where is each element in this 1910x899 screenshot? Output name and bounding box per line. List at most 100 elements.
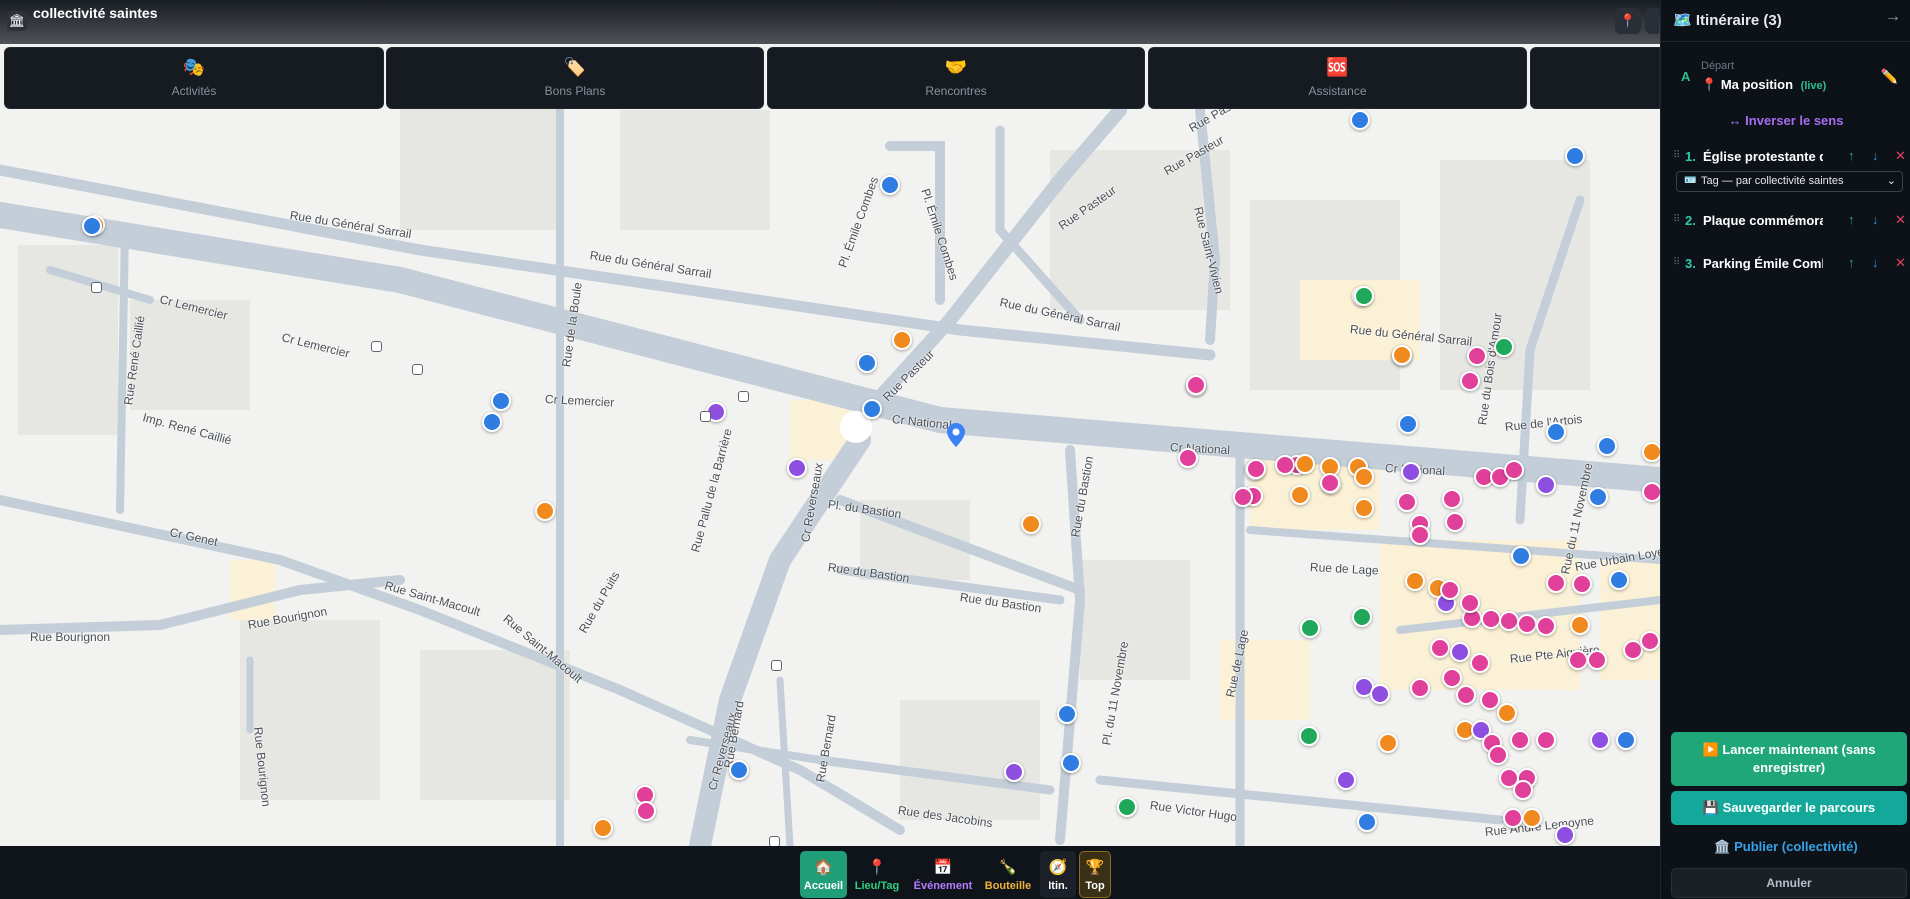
poi-marker[interactable] (1397, 492, 1417, 512)
poi-marker[interactable] (1445, 512, 1465, 532)
poi-marker[interactable] (1410, 525, 1430, 545)
poi-marker[interactable] (1398, 414, 1418, 434)
poi-marker[interactable] (1357, 812, 1377, 832)
building-columns-icon[interactable]: 🏛 (7, 11, 27, 31)
poi-marker[interactable] (1336, 770, 1356, 790)
move-up-icon[interactable]: ↑ (1848, 255, 1855, 270)
poi-marker[interactable] (787, 458, 807, 478)
poi-marker[interactable] (1440, 580, 1460, 600)
poi-marker[interactable] (1488, 745, 1508, 765)
poi-marker[interactable] (1378, 733, 1398, 753)
poi-marker[interactable] (1517, 614, 1537, 634)
poi-marker[interactable] (1499, 611, 1519, 631)
move-down-icon[interactable]: ↓ (1872, 212, 1879, 227)
poi-marker[interactable] (1401, 462, 1421, 482)
poi-marker[interactable] (1246, 459, 1266, 479)
collapse-arrow-icon[interactable]: → (1885, 8, 1901, 26)
poi-marker[interactable] (593, 818, 613, 838)
publish-button[interactable]: 🏛️ Publier (collectivité) (1661, 839, 1910, 855)
poi-marker[interactable] (1536, 616, 1556, 636)
poi-marker[interactable] (1640, 631, 1660, 651)
poi-marker[interactable] (1275, 455, 1295, 475)
poi-marker[interactable] (1497, 703, 1517, 723)
drag-handle-icon[interactable]: ⠿ (1673, 257, 1680, 268)
poi-marker[interactable] (1430, 638, 1450, 658)
itinerary-step-3[interactable]: ⠿ 3. Parking Émile Combes ↑ ↓ ✕ (1673, 255, 1906, 275)
category-activites[interactable]: 🎭 Activités (4, 47, 384, 109)
poi-marker[interactable] (1295, 454, 1315, 474)
poi-marker[interactable] (491, 391, 511, 411)
poi-marker[interactable] (1494, 337, 1514, 357)
poi-marker[interactable] (1290, 485, 1310, 505)
map-view[interactable]: Rue du Général Sarrail Rue du Général Sar… (0, 0, 1660, 846)
cancel-button[interactable]: Annuler (1671, 868, 1907, 898)
poi-marker[interactable] (857, 353, 877, 373)
tag-select[interactable]: 🪪 Tag — par collectivité saintes ⌄ (1676, 171, 1903, 192)
poi-marker[interactable] (1450, 642, 1470, 662)
poi-marker[interactable] (1442, 668, 1462, 688)
poi-marker[interactable] (1061, 753, 1081, 773)
poi-marker[interactable] (1536, 475, 1556, 495)
poi-marker[interactable] (1570, 615, 1590, 635)
nav-itineraire[interactable]: 🧭 Itin. (1040, 851, 1076, 898)
category-rencontres[interactable]: 🤝 Rencontres (767, 47, 1145, 109)
poi-marker[interactable] (1480, 690, 1500, 710)
poi-marker[interactable] (1513, 780, 1533, 800)
poi-marker[interactable] (1392, 345, 1412, 365)
poi-marker[interactable] (1568, 650, 1588, 670)
poi-marker[interactable] (1609, 570, 1629, 590)
poi-marker[interactable] (1642, 482, 1660, 502)
poi-marker[interactable] (1587, 650, 1607, 670)
nav-accueil[interactable]: 🏠 Accueil (800, 851, 847, 898)
poi-marker[interactable] (1004, 762, 1024, 782)
poi-marker[interactable] (1536, 730, 1556, 750)
poi-marker[interactable] (1588, 487, 1608, 507)
nav-top[interactable]: 🏆 Top (1079, 851, 1111, 898)
poi-marker[interactable] (1481, 609, 1501, 629)
move-down-icon[interactable]: ↓ (1872, 255, 1879, 270)
poi-marker[interactable] (1590, 730, 1610, 750)
poi-marker[interactable] (1320, 473, 1340, 493)
poi-marker[interactable] (1546, 422, 1566, 442)
itinerary-step-2[interactable]: ⠿ 2. Plaque commémorative ↑ ↓ ✕ (1673, 212, 1906, 232)
remove-icon[interactable]: ✕ (1895, 255, 1906, 271)
launch-now-button[interactable]: ▶️ Lancer maintenant (sans enregistrer) (1671, 732, 1907, 786)
poi-marker[interactable] (82, 216, 102, 236)
poi-marker[interactable] (1410, 678, 1430, 698)
map-pin-icon[interactable]: 📍 (1615, 8, 1641, 34)
nav-evenement[interactable]: 📅 Événement (908, 851, 978, 898)
poi-marker[interactable] (482, 412, 502, 432)
poi-marker[interactable] (1354, 467, 1374, 487)
poi-marker[interactable] (1572, 574, 1592, 594)
category-bons-plans[interactable]: 🏷️ Bons Plans (386, 47, 764, 109)
poi-marker[interactable] (1117, 797, 1137, 817)
poi-marker[interactable] (1511, 546, 1531, 566)
poi-marker[interactable] (862, 399, 882, 419)
drag-handle-icon[interactable]: ⠿ (1673, 150, 1680, 161)
save-route-button[interactable]: 💾 Sauvegarder le parcours (1671, 791, 1907, 825)
poi-marker[interactable] (1442, 489, 1462, 509)
poi-marker[interactable] (1565, 146, 1585, 166)
poi-marker[interactable] (1057, 704, 1077, 724)
category-assistance[interactable]: 🆘 Assistance (1148, 47, 1527, 109)
poi-marker[interactable] (1503, 808, 1523, 828)
poi-marker[interactable] (880, 175, 900, 195)
category-more[interactable] (1530, 47, 1660, 109)
poi-marker[interactable] (1504, 460, 1524, 480)
move-up-icon[interactable]: ↑ (1848, 148, 1855, 163)
poi-marker[interactable] (1233, 487, 1253, 507)
poi-marker[interactable] (1300, 618, 1320, 638)
poi-marker[interactable] (1178, 448, 1198, 468)
drag-handle-icon[interactable]: ⠿ (1673, 214, 1680, 225)
poi-marker[interactable] (1299, 726, 1319, 746)
poi-marker[interactable] (1470, 653, 1490, 673)
remove-icon[interactable]: ✕ (1895, 148, 1906, 164)
reverse-direction-button[interactable]: ↔ Inverser le sens (1661, 113, 1910, 128)
poi-marker[interactable] (1642, 442, 1660, 462)
poi-marker[interactable] (1405, 571, 1425, 591)
poi-marker[interactable] (1370, 684, 1390, 704)
layers-button[interactable] (1645, 8, 1659, 34)
remove-icon[interactable]: ✕ (1895, 212, 1906, 228)
poi-marker[interactable] (1186, 375, 1206, 395)
poi-marker[interactable] (1350, 110, 1370, 130)
